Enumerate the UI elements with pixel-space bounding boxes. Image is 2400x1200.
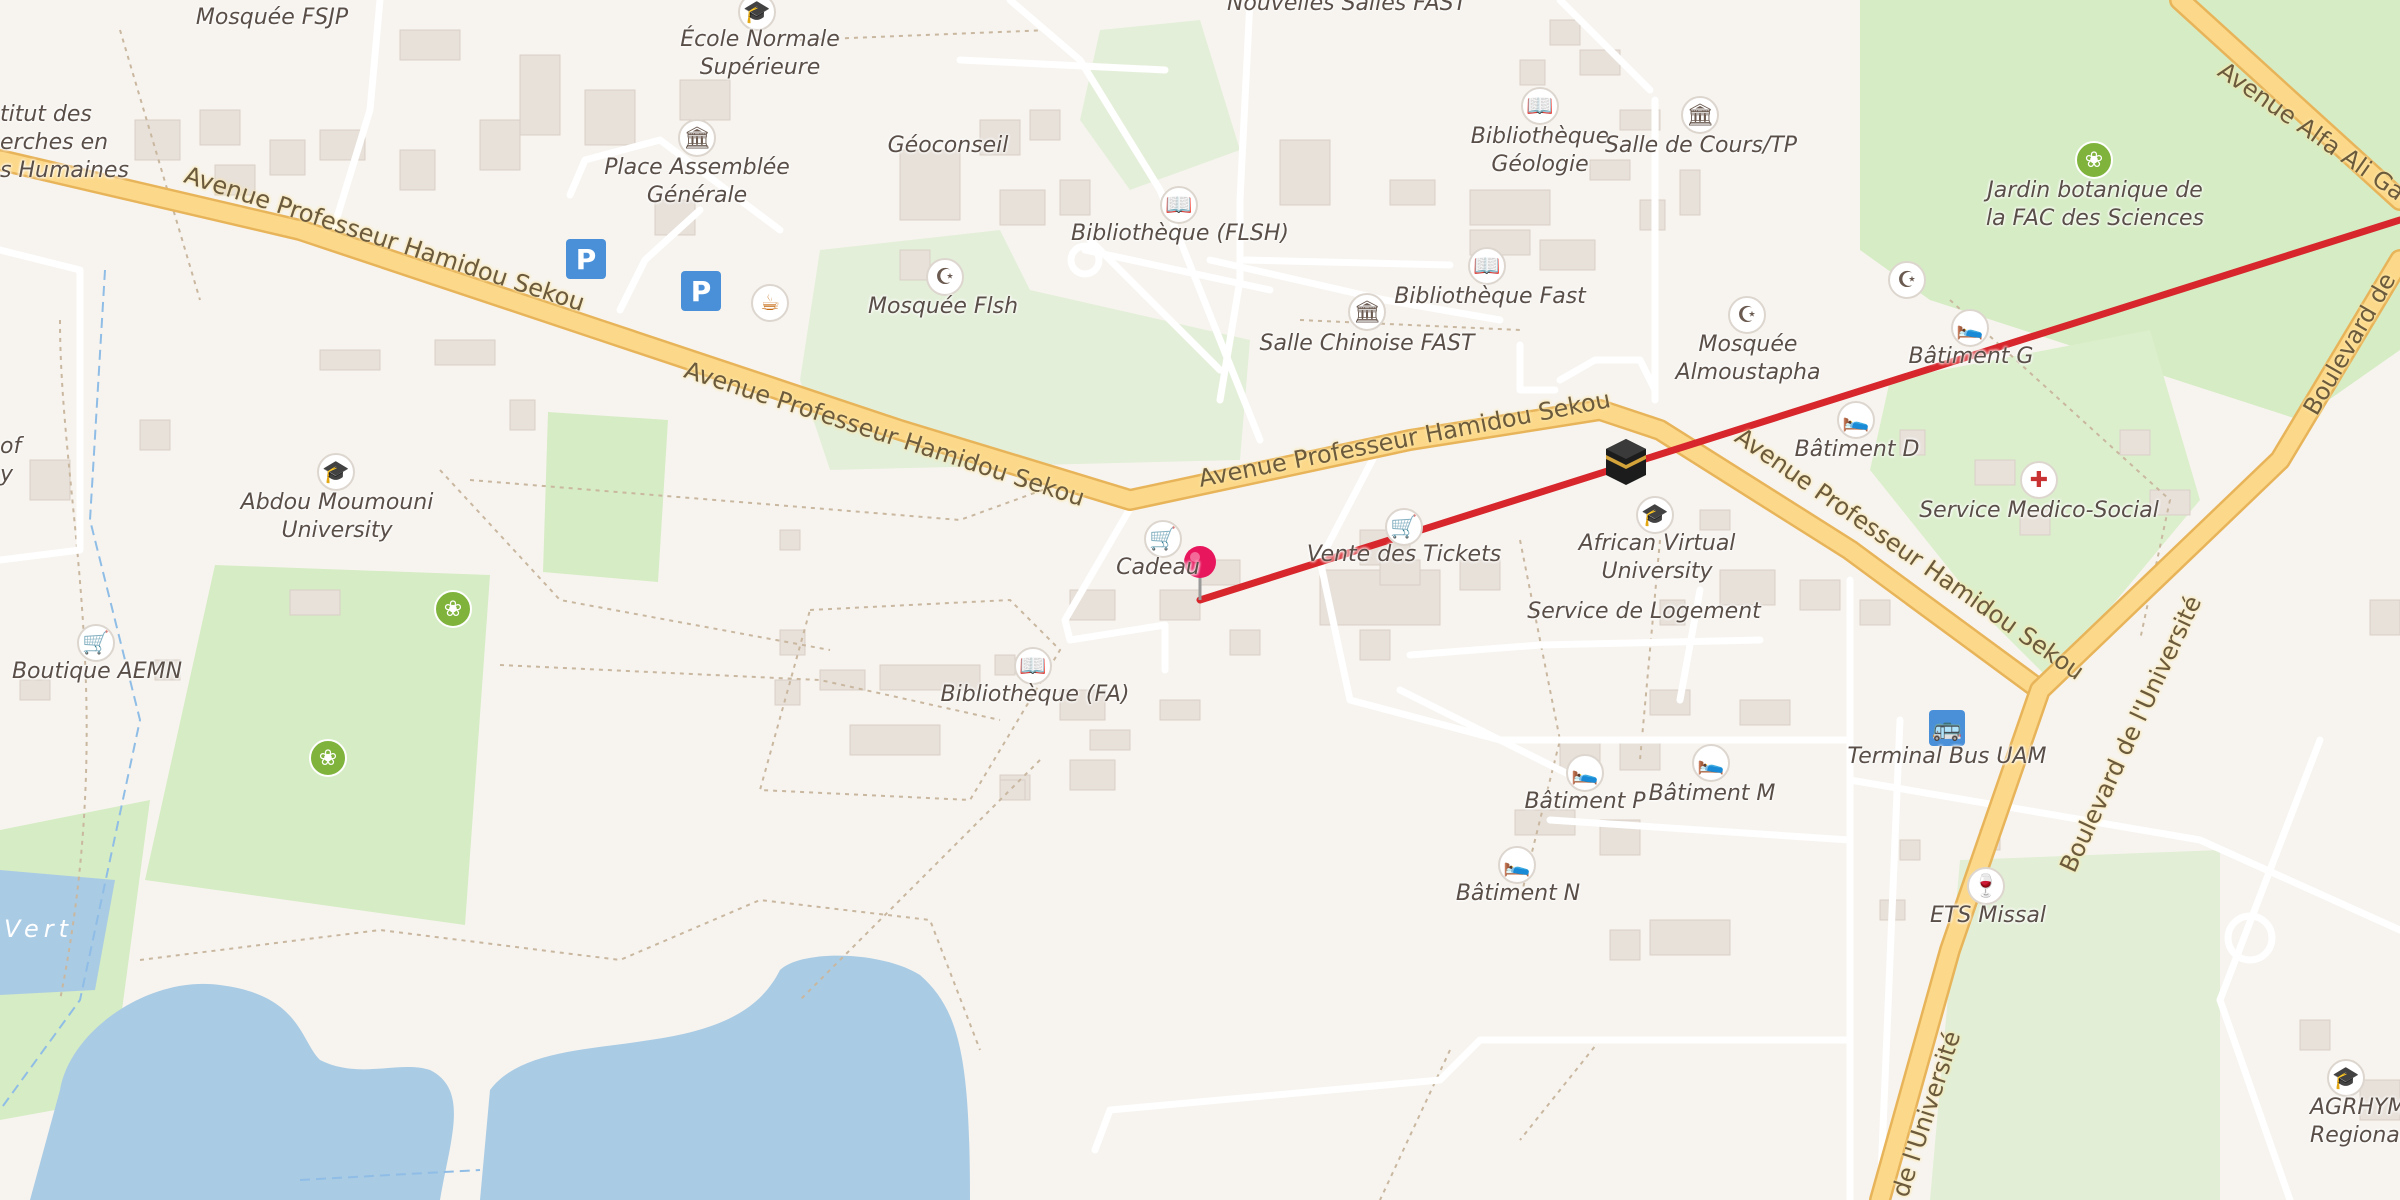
lake-east — [480, 955, 970, 1200]
label-mosquee-fsjp: Mosquée FSJP — [195, 5, 349, 30]
label-partial-of: of y — [0, 434, 22, 487]
label-bibliotheque-fa: Bibliothèque (FA) — [940, 682, 1130, 707]
government-building-icon[interactable]: 🏛 — [1681, 96, 1719, 134]
label-bibliotheque-geologie: Bibliothèque Géologie — [1470, 124, 1610, 177]
cafe-icon[interactable]: ☕ — [751, 284, 789, 322]
label-bibliotheque-flsh: Bibliothèque (FLSH) — [1071, 221, 1289, 246]
bed-icon[interactable]: 🛌 — [1951, 309, 1989, 347]
label-african-virtual: African Virtual University — [1578, 531, 1736, 584]
shopping-basket-icon[interactable]: 🛒 — [77, 624, 115, 662]
wine-bottle-icon[interactable]: 🍷 — [1967, 867, 2005, 905]
label-vente-tickets: Vente des Tickets — [1306, 542, 1502, 567]
label-terminal-bus: Terminal Bus UAM — [1847, 744, 2047, 769]
medical-cross-icon[interactable]: ✚ — [2020, 461, 2058, 499]
mosque-icon[interactable]: ☪ — [1728, 296, 1766, 334]
graduation-cap-icon[interactable]: 🎓 — [2327, 1059, 2365, 1097]
bed-icon[interactable]: 🛌 — [1498, 846, 1536, 884]
bed-icon[interactable]: 🛌 — [1566, 754, 1604, 792]
bed-icon[interactable]: 🛌 — [1837, 401, 1875, 439]
label-salle-chinoise: Salle Chinoise FAST — [1259, 331, 1475, 356]
label-salle-cours: Salle de Cours/TP — [1604, 133, 1798, 158]
small-field — [543, 412, 668, 582]
parking-icon[interactable]: P — [566, 239, 606, 279]
kaaba-icon[interactable] — [1600, 435, 1652, 487]
parking-icon[interactable]: P — [681, 271, 721, 311]
label-batiment-m: Bâtiment M — [1648, 781, 1776, 806]
label-abdou-moumouni: Abdou Moumouni University — [240, 490, 434, 543]
label-lac-vert: Vert — [4, 915, 74, 943]
book-icon[interactable]: 📖 — [1521, 87, 1559, 125]
bus-icon[interactable]: 🚌 — [1929, 710, 1965, 746]
mosque-icon[interactable]: ☪ — [926, 258, 964, 296]
plant-icon[interactable]: ❀ — [434, 590, 472, 628]
book-icon[interactable]: 📖 — [1468, 247, 1506, 285]
label-boutique-aemn: Boutique AEMN — [11, 659, 183, 684]
book-icon[interactable]: 📖 — [1160, 186, 1198, 224]
map-canvas[interactable]: Avenue Professeur Hamidou Sekou Avenue P… — [0, 0, 2400, 1200]
label-ets-missal: ETS Missal — [1930, 903, 2046, 928]
label-geoconseil: Géoconseil — [887, 133, 1009, 158]
label-cadeau: Cadeau — [1116, 555, 1200, 580]
label-service-medico: Service Medico-Social — [1919, 498, 2159, 523]
government-building-icon[interactable]: 🏛 — [678, 119, 716, 157]
label-mosquee-flsh: Mosquée Flsh — [867, 294, 1019, 319]
mosque-icon[interactable]: ☪ — [1888, 261, 1926, 299]
label-batiment-g: Bâtiment G — [1908, 344, 2034, 369]
graduation-cap-icon[interactable]: 🎓 — [1636, 496, 1674, 534]
label-mosquee-almoustapha: Mosquée Almoustapha — [1675, 332, 1821, 385]
label-ecole-normale: École Normale Supérieure — [680, 27, 840, 80]
label-place-assemblee: Place Assemblée Générale — [604, 155, 790, 208]
book-icon[interactable]: 📖 — [1014, 647, 1052, 685]
label-batiment-p: Bâtiment P — [1524, 789, 1646, 814]
label-bibliotheque-fast: Bibliothèque Fast — [1394, 284, 1586, 309]
label-jardin-botanique: Jardin botanique de la FAC des Sciences — [1985, 178, 2205, 231]
bed-icon[interactable]: 🛌 — [1692, 744, 1730, 782]
label-nouvelles-salles: Nouvelles Salles FAST — [1226, 0, 1468, 16]
label-batiment-d: Bâtiment D — [1794, 437, 1920, 462]
label-agrhymet: AGRHYMET Regional Cen — [2310, 1095, 2400, 1148]
label-batiment-n: Bâtiment N — [1455, 881, 1581, 906]
shopping-basket-icon[interactable]: 🛒 — [1144, 520, 1182, 558]
graduation-cap-icon[interactable]: 🎓 — [317, 453, 355, 491]
label-service-logement: Service de Logement — [1527, 599, 1761, 624]
label-institut: titut des erches en s Humaines — [0, 102, 129, 183]
government-building-icon[interactable]: 🏛 — [1348, 293, 1386, 331]
plant-icon[interactable]: ❀ — [309, 739, 347, 777]
plant-icon[interactable]: ❀ — [2075, 141, 2113, 179]
